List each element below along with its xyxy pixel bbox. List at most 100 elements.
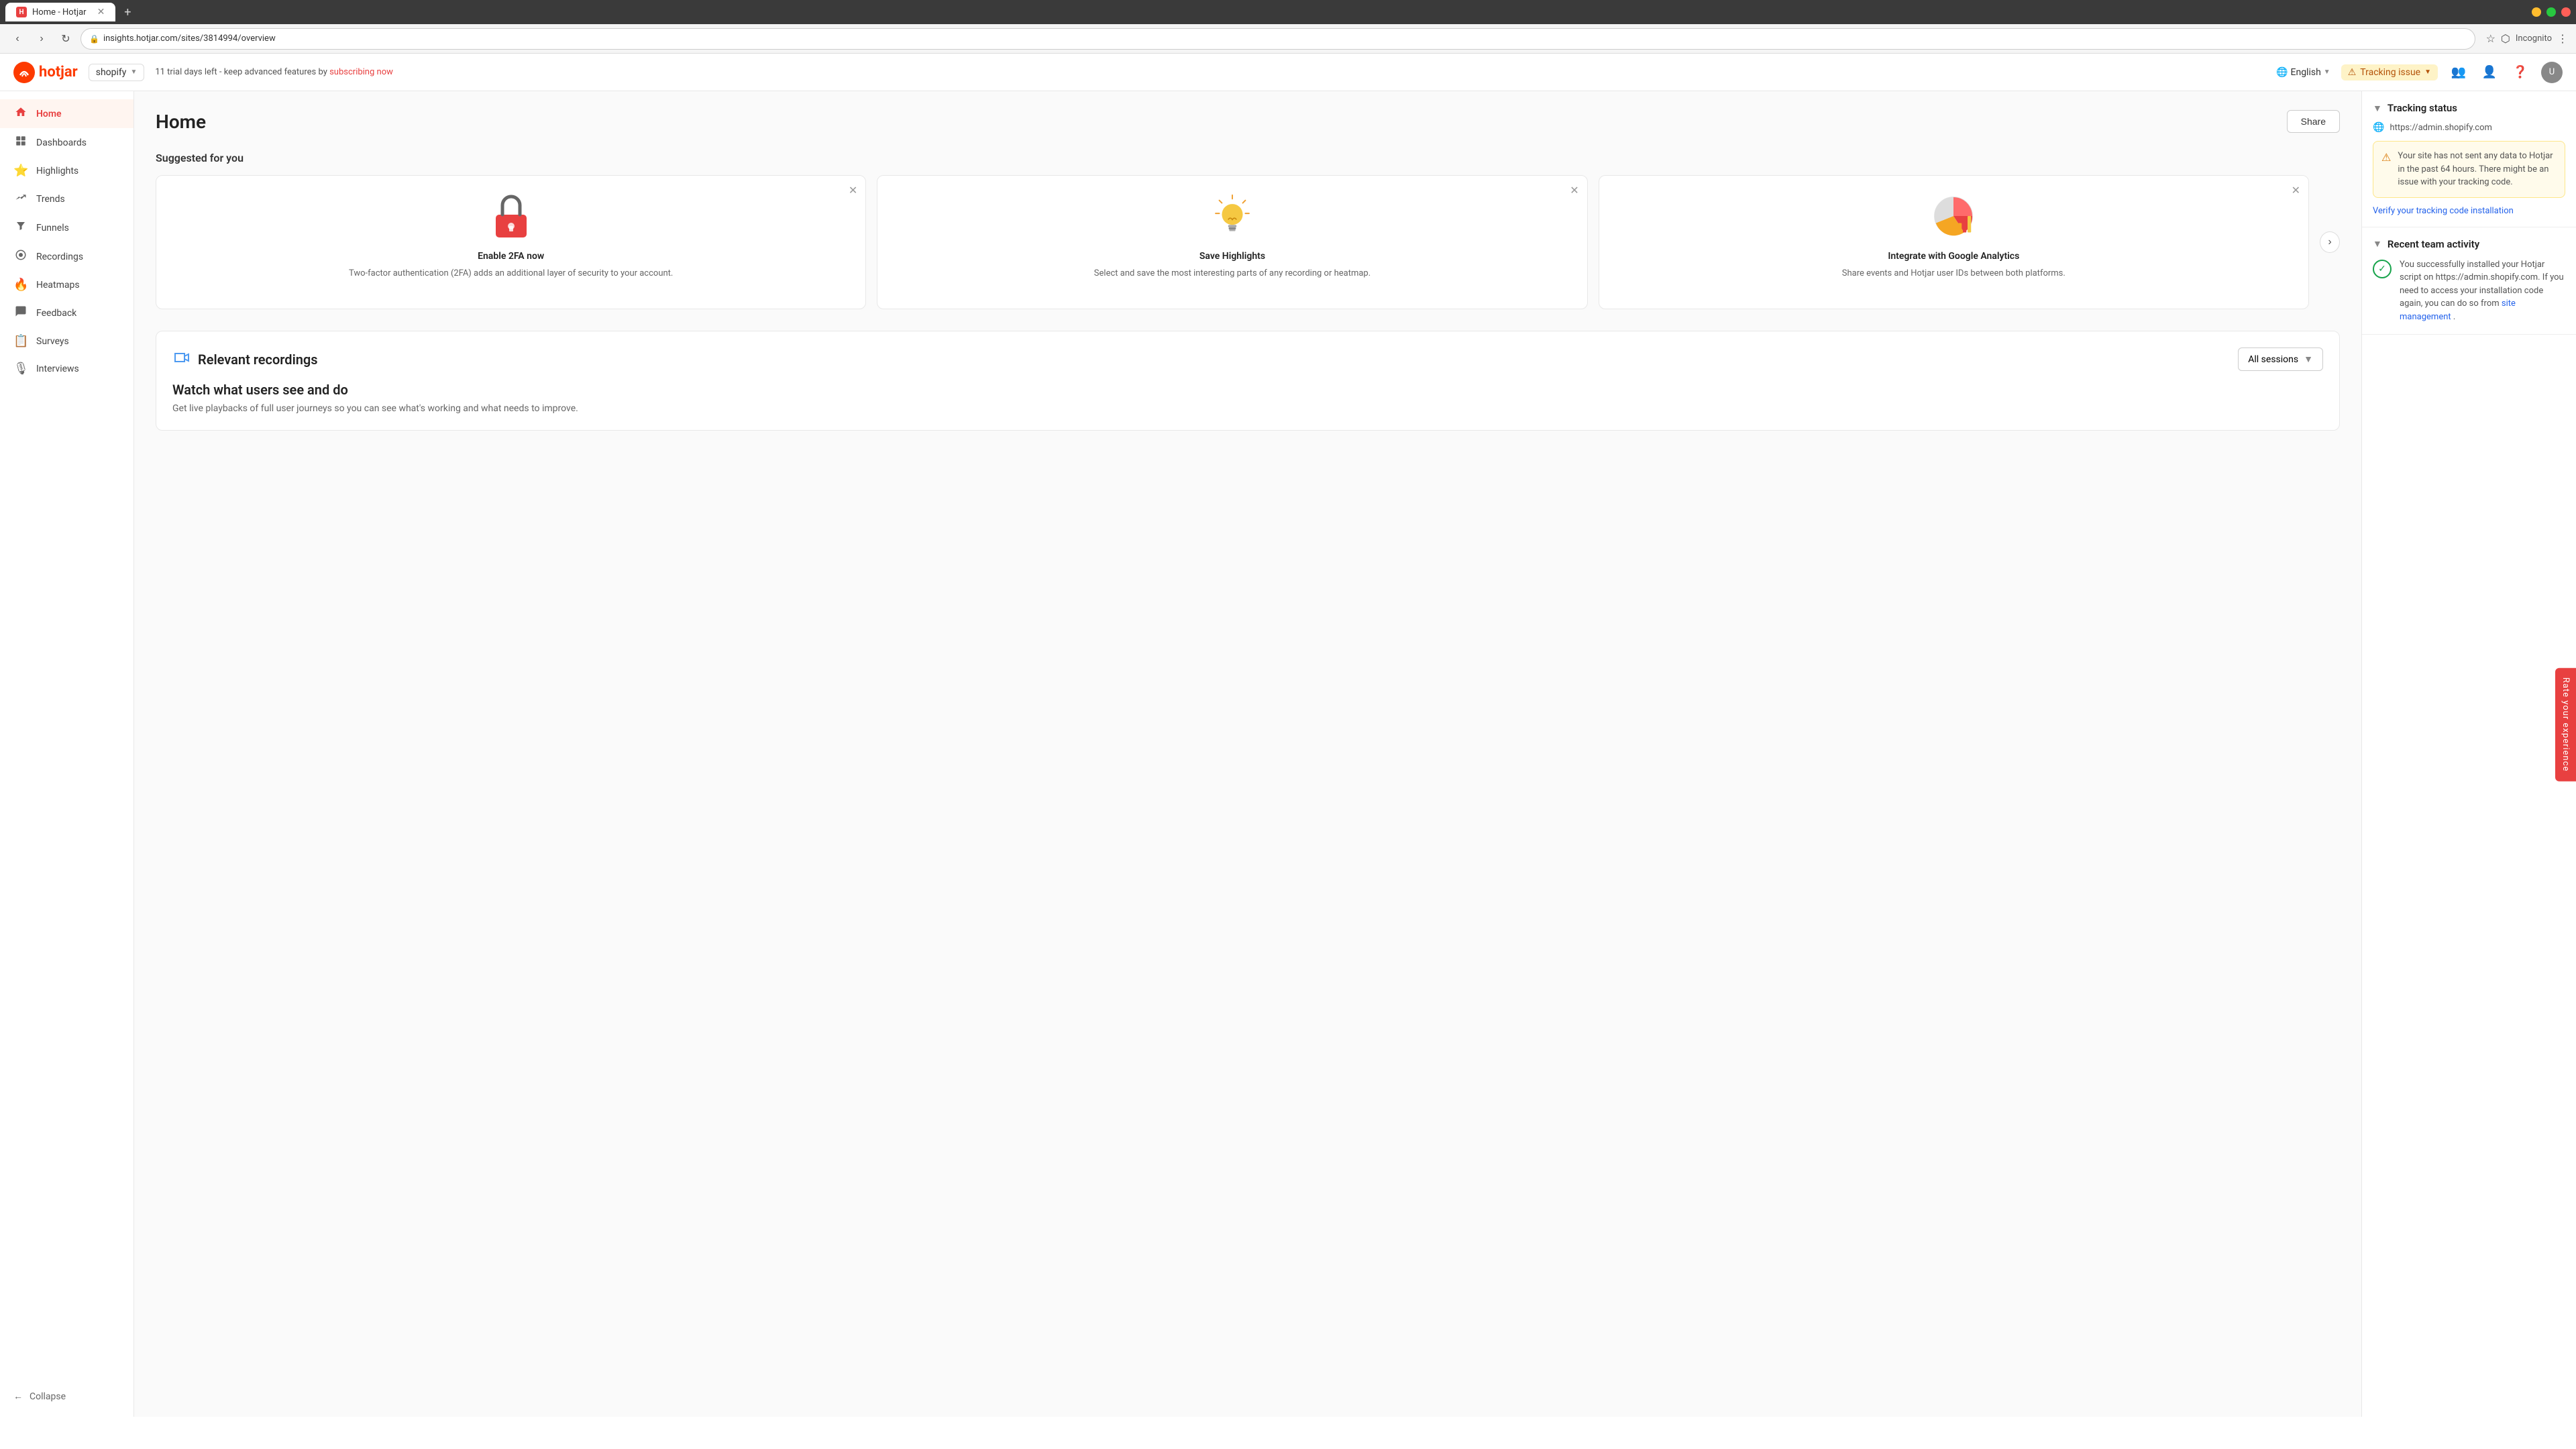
sidebar-label-home: Home [36, 109, 62, 119]
extensions-icon[interactable]: ⬡ [2501, 32, 2510, 45]
cards-next-button[interactable]: › [2320, 231, 2340, 253]
feedback-icon [13, 305, 28, 321]
card-highlights-title: Save Highlights [1199, 251, 1265, 262]
tab-close-icon[interactable]: ✕ [97, 7, 105, 17]
sidebar-label-funnels: Funnels [36, 223, 69, 233]
bookmark-icon[interactable]: ☆ [2486, 32, 2496, 45]
sidebar-item-heatmaps[interactable]: 🔥 Heatmaps [0, 271, 133, 299]
page-header: Home Share [156, 110, 2340, 133]
highlights-icon: ⭐ [13, 164, 28, 178]
card-analytics: ✕ [1599, 175, 2309, 309]
heatmaps-icon: 🔥 [13, 278, 28, 292]
trial-text: 11 trial days left - keep advanced featu… [155, 67, 327, 77]
window-controls [2532, 7, 2571, 17]
menu-icon[interactable]: ⋮ [2557, 32, 2568, 45]
recordings-section-title: Relevant recordings [198, 352, 318, 368]
site-selector[interactable]: shopify ▼ [89, 64, 145, 81]
lang-dropdown-icon: ▼ [2324, 68, 2330, 76]
verify-tracking-link[interactable]: Verify your tracking code installation [2373, 206, 2514, 216]
sidebar-item-funnels[interactable]: Funnels [0, 213, 133, 242]
refresh-button[interactable]: ↻ [56, 30, 75, 48]
sidebar-label-surveys: Surveys [36, 336, 69, 347]
recent-activity-title: Recent team activity [2387, 238, 2479, 250]
language-text: English [2291, 67, 2321, 78]
page-title: Home [156, 111, 206, 133]
recordings-section: Relevant recordings All sessions ▼ Watch… [156, 331, 2340, 431]
collapse-icon: ← [13, 1391, 23, 1402]
dropdown-arrow: ▼ [2304, 354, 2313, 365]
tracking-issue-badge[interactable]: ⚠ Tracking issue ▼ [2341, 64, 2438, 80]
tracking-status-title-row: ▼ Tracking status [2373, 102, 2565, 114]
back-button[interactable]: ‹ [8, 30, 27, 48]
logo-svg [13, 62, 35, 83]
share-button[interactable]: Share [2287, 110, 2340, 133]
card-2fa-title: Enable 2FA now [478, 251, 544, 262]
card-2fa-icon [484, 189, 538, 243]
activity-suffix: . [2453, 312, 2455, 322]
cards-nav: › [2320, 175, 2340, 309]
activity-collapse-icon[interactable]: ▼ [2373, 238, 2382, 250]
card-2fa: ✕ [156, 175, 866, 309]
card-highlights-icon [1205, 189, 1259, 243]
user-icon[interactable]: 👤 [2479, 62, 2500, 83]
warning-icon: ⚠ [2348, 67, 2357, 78]
globe-icon: 🌐 [2276, 67, 2288, 78]
activity-text-content: You successfully installed your Hotjar s… [2400, 258, 2565, 324]
minimize-button[interactable] [2532, 7, 2541, 17]
card-analytics-close[interactable]: ✕ [2292, 184, 2300, 197]
sidebar: Home Dashboards ⭐ Highlights Trends [0, 91, 134, 1417]
activity-item: ✓ You successfully installed your Hotjar… [2373, 258, 2565, 324]
recordings-icon [13, 249, 28, 264]
tracking-url-text: https://admin.shopify.com [2390, 123, 2491, 133]
avatar[interactable]: U [2541, 62, 2563, 83]
surveys-icon: 📋 [13, 334, 28, 348]
app: hotjar shopify ▼ 11 trial days left - ke… [0, 54, 2576, 1417]
sidebar-item-dashboards[interactable]: Dashboards [0, 128, 133, 157]
trends-icon [13, 191, 28, 207]
sessions-dropdown[interactable]: All sessions ▼ [2238, 347, 2323, 371]
tracking-url-row: 🌐 https://admin.shopify.com [2373, 122, 2565, 133]
tracking-status-title: Tracking status [2387, 102, 2457, 114]
forward-button[interactable]: › [32, 30, 51, 48]
interviews-icon: 🎙 [13, 362, 28, 376]
sidebar-bottom: ← Collapse [0, 1384, 133, 1409]
panel-collapse-icon[interactable]: ▼ [2373, 103, 2382, 114]
sidebar-item-highlights[interactable]: ⭐ Highlights [0, 157, 133, 184]
sidebar-item-interviews[interactable]: 🎙 Interviews [0, 355, 133, 382]
sidebar-item-feedback[interactable]: Feedback [0, 299, 133, 327]
card-2fa-close[interactable]: ✕ [849, 184, 857, 197]
tab-title: Home - Hotjar [32, 7, 87, 17]
tracking-issue-text: Tracking issue [2360, 67, 2420, 78]
maximize-button[interactable] [2546, 7, 2556, 17]
card-highlights-close[interactable]: ✕ [1570, 184, 1578, 197]
sidebar-item-trends[interactable]: Trends [0, 184, 133, 213]
sidebar-item-surveys[interactable]: 📋 Surveys [0, 327, 133, 355]
card-highlights: ✕ [877, 175, 1587, 309]
subscribe-link[interactable]: subscribing now [329, 67, 393, 77]
help-icon[interactable]: ❓ [2510, 62, 2530, 83]
sidebar-item-home[interactable]: Home [0, 99, 133, 128]
browser-tab-bar: H Home - Hotjar ✕ + [0, 0, 2576, 24]
rate-experience-tab[interactable]: Rate your experience [2555, 668, 2576, 782]
sidebar-item-recordings[interactable]: Recordings [0, 242, 133, 271]
collapse-button[interactable]: ← Collapse [0, 1384, 133, 1409]
recordings-header: Relevant recordings All sessions ▼ [172, 347, 2323, 371]
warning-box-content: Your site has not sent any data to Hotja… [2398, 150, 2557, 189]
new-tab-button[interactable]: + [118, 3, 137, 21]
close-button[interactable] [2561, 7, 2571, 17]
card-analytics-content: Integrate with Google Analytics Share ev… [1613, 189, 2295, 280]
sidebar-label-highlights: Highlights [36, 166, 78, 176]
address-bar[interactable]: 🔒 insights.hotjar.com/sites/3814994/over… [80, 28, 2475, 50]
suggestion-cards-row: ✕ [156, 175, 2340, 309]
language-selector[interactable]: 🌐 English ▼ [2276, 67, 2330, 78]
recordings-icon [172, 348, 191, 371]
watch-title: Watch what users see and do [172, 382, 2323, 398]
active-tab[interactable]: H Home - Hotjar ✕ [5, 3, 115, 21]
card-analytics-title: Integrate with Google Analytics [1888, 251, 2019, 262]
warning-text: Your site has not sent any data to Hotja… [2398, 150, 2557, 189]
app-body: Home Dashboards ⭐ Highlights Trends [0, 91, 2576, 1417]
url-text: insights.hotjar.com/sites/3814994/overvi… [103, 34, 276, 44]
card-highlights-desc: Select and save the most interesting par… [1094, 267, 1371, 280]
add-user-icon[interactable]: 👥 [2449, 62, 2469, 83]
home-icon [13, 106, 28, 121]
